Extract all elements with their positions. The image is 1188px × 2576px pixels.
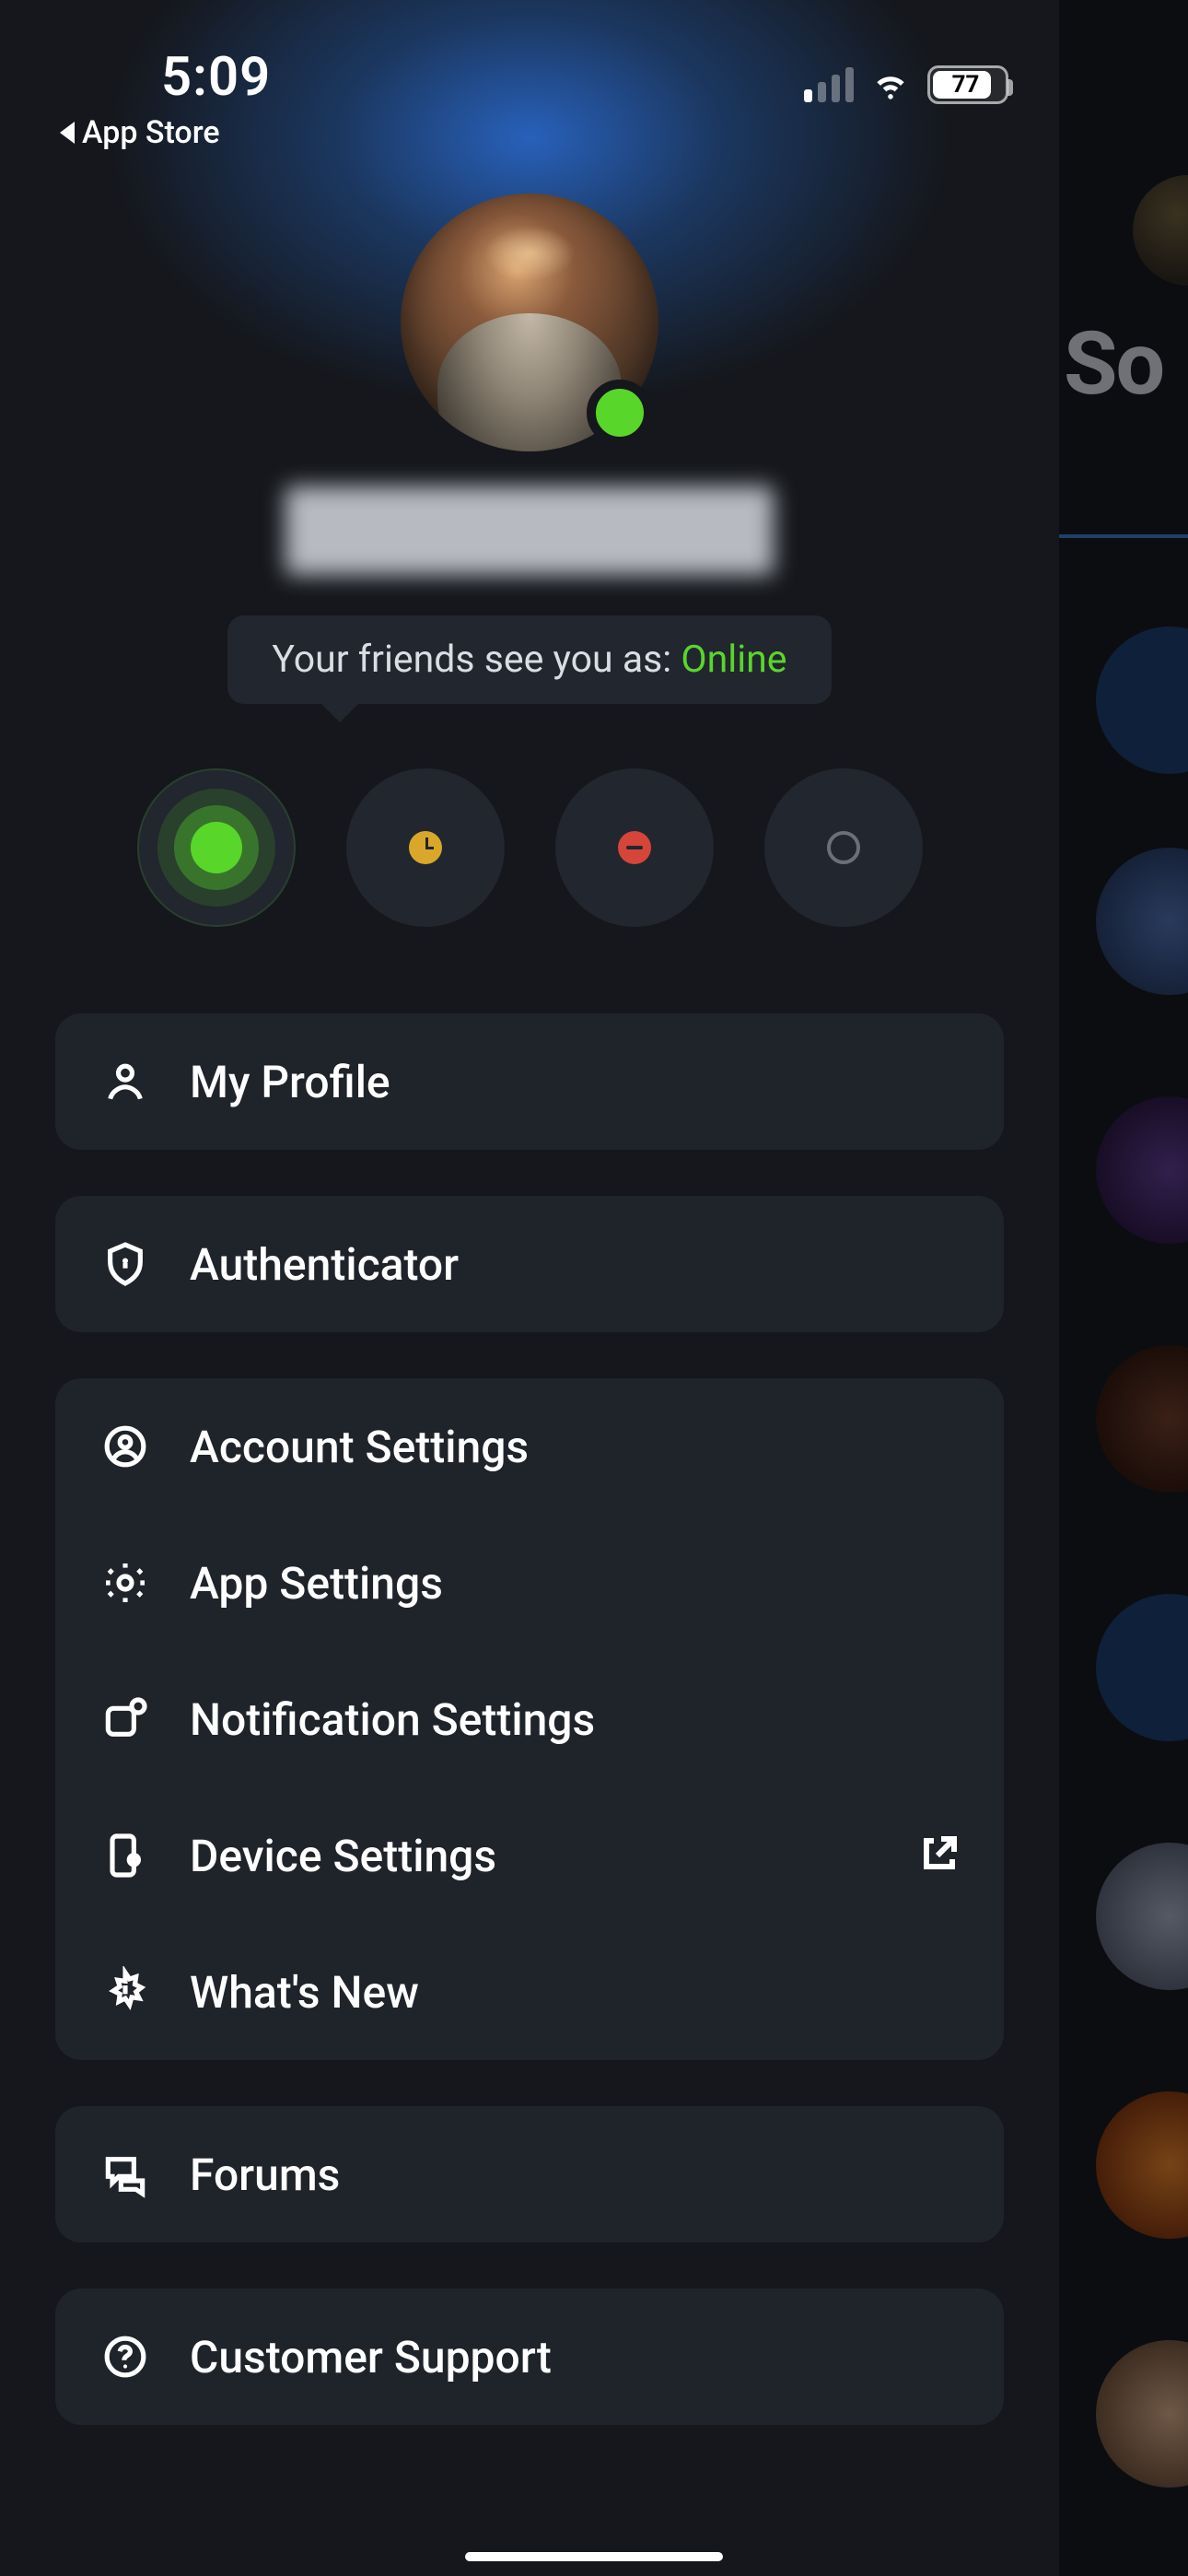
help-icon bbox=[98, 2329, 153, 2384]
presence-busy-button[interactable] bbox=[555, 768, 714, 927]
menu-label: Forums bbox=[190, 2149, 961, 2201]
status-value: Online bbox=[681, 638, 786, 682]
avatar-container[interactable] bbox=[401, 193, 658, 451]
chat-icon bbox=[98, 2147, 153, 2202]
menu-notification-settings[interactable]: Notification Settings bbox=[55, 1651, 1004, 1787]
wifi-icon bbox=[870, 64, 911, 105]
menu-group-profile: My Profile bbox=[55, 1013, 1004, 1150]
peek-friend-avatar bbox=[1096, 2091, 1188, 2239]
peek-friend-avatar bbox=[1096, 1096, 1188, 1244]
menu-device-settings[interactable]: Device Settings bbox=[55, 1787, 1004, 1924]
back-label: App Store bbox=[82, 114, 220, 151]
status-bar: 5:09 App Store 77 bbox=[0, 28, 1059, 129]
menu-authenticator[interactable]: Authenticator bbox=[55, 1196, 1004, 1332]
menu-label: Device Settings bbox=[190, 1830, 880, 1882]
menu-label: Notification Settings bbox=[190, 1693, 961, 1746]
menu-label: App Settings bbox=[190, 1557, 961, 1610]
menu-my-profile[interactable]: My Profile bbox=[55, 1013, 1004, 1150]
menu-forums[interactable]: Forums bbox=[55, 2106, 1004, 2242]
menu-whats-new[interactable]: What's New bbox=[55, 1924, 1004, 2060]
presence-offline-button[interactable] bbox=[764, 768, 923, 927]
user-circle-icon bbox=[98, 1419, 153, 1474]
side-drawer: 5:09 App Store 77 Your frie bbox=[0, 0, 1059, 2576]
battery-icon: 77 bbox=[927, 65, 1008, 104]
status-chip: Your friends see you as: Online bbox=[227, 615, 831, 704]
menu-group-support: Customer Support bbox=[55, 2289, 1004, 2425]
notification-icon bbox=[98, 1692, 153, 1747]
menu-group-settings: Account Settings App Settings Notificati… bbox=[55, 1378, 1004, 2060]
menu-group-community: Forums bbox=[55, 2106, 1004, 2242]
clock: 5:09 bbox=[51, 46, 804, 109]
peek-friend-avatar bbox=[1096, 1843, 1188, 1990]
person-icon bbox=[98, 1054, 153, 1109]
background-screen: So bbox=[1050, 0, 1188, 2576]
menu-app-settings[interactable]: App Settings bbox=[55, 1515, 1004, 1651]
presence-online-button[interactable] bbox=[137, 768, 296, 927]
menu-list: My Profile Authenticator Account Setting… bbox=[55, 1013, 1004, 2425]
external-link-icon bbox=[917, 1832, 961, 1879]
peek-tab-underline bbox=[1050, 534, 1188, 538]
presence-indicator-icon bbox=[587, 380, 653, 446]
peek-friend-avatar bbox=[1096, 1345, 1188, 1493]
peek-friend-avatar bbox=[1096, 2340, 1188, 2488]
home-indicator[interactable] bbox=[465, 2552, 723, 2561]
menu-label: Authenticator bbox=[190, 1238, 961, 1291]
shield-icon bbox=[98, 1236, 153, 1292]
back-to-app-store[interactable]: App Store bbox=[51, 114, 804, 151]
profile-section: Your friends see you as: Online bbox=[0, 193, 1059, 927]
presence-selector bbox=[137, 768, 923, 927]
presence-away-button[interactable] bbox=[346, 768, 505, 927]
menu-label: Customer Support bbox=[190, 2331, 961, 2383]
battery-percent: 77 bbox=[930, 68, 1001, 101]
peek-friend-avatar bbox=[1096, 1594, 1188, 1741]
menu-group-auth: Authenticator bbox=[55, 1196, 1004, 1332]
status-label: Your friends see you as: bbox=[272, 638, 681, 682]
device-icon bbox=[98, 1828, 153, 1883]
menu-customer-support[interactable]: Customer Support bbox=[55, 2289, 1004, 2425]
peek-friend-avatar bbox=[1096, 626, 1188, 774]
cellular-signal-icon bbox=[804, 67, 854, 102]
gear-icon bbox=[98, 1555, 153, 1610]
back-chevron-icon bbox=[60, 122, 75, 144]
menu-label: Account Settings bbox=[190, 1421, 961, 1473]
burst-icon bbox=[98, 1964, 153, 2020]
menu-account-settings[interactable]: Account Settings bbox=[55, 1378, 1004, 1515]
peek-avatar bbox=[1133, 175, 1188, 286]
menu-label: My Profile bbox=[190, 1056, 961, 1108]
menu-label: What's New bbox=[190, 1966, 961, 2019]
peek-friend-avatar bbox=[1096, 848, 1188, 995]
peek-title: So bbox=[1064, 313, 1163, 416]
username-redacted bbox=[285, 486, 774, 575]
